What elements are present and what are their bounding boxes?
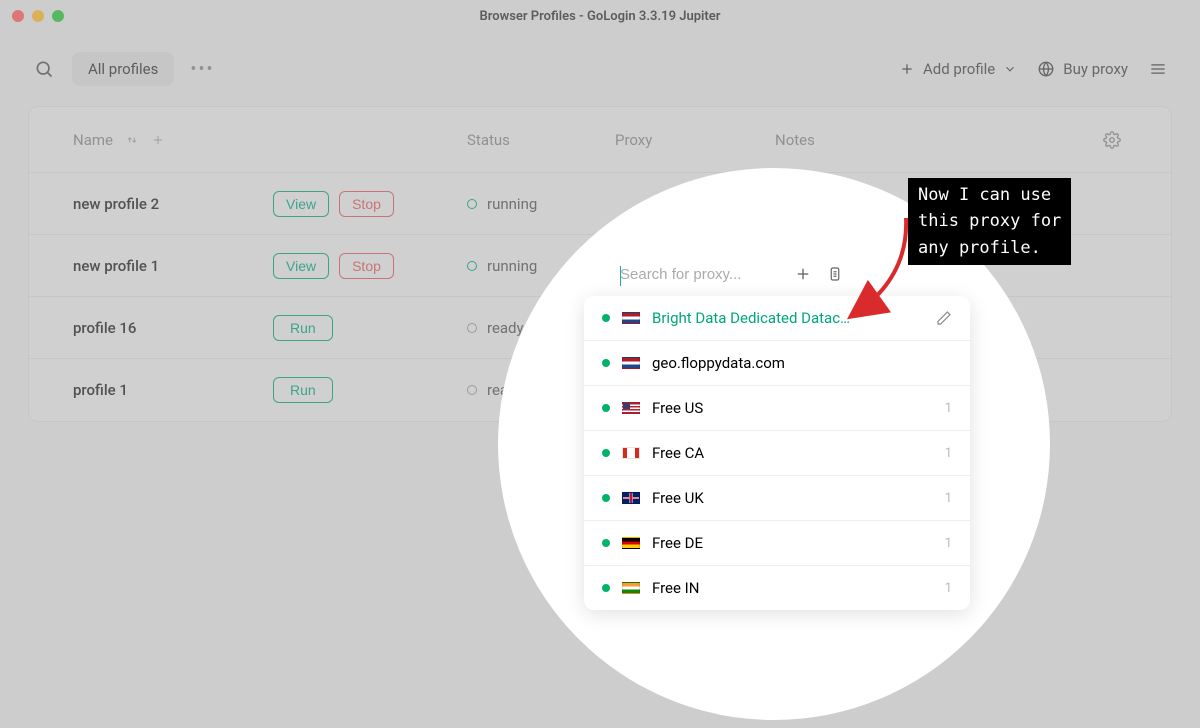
flag-icon — [622, 582, 640, 594]
add-profile-label: Add profile — [923, 60, 995, 78]
profile-name: new profile 2 — [73, 195, 273, 213]
flag-icon — [622, 447, 640, 459]
minimize-window-button[interactable] — [32, 10, 44, 22]
col-proxy-label: Proxy — [615, 131, 775, 149]
table-header: Name Status Proxy Notes — [29, 107, 1171, 173]
flag-icon — [622, 357, 640, 369]
proxy-option[interactable]: Bright Data Dedicated Datac… — [584, 296, 970, 341]
view-button[interactable]: View — [273, 253, 329, 279]
buy-proxy-button[interactable]: Buy proxy — [1037, 60, 1128, 78]
run-button[interactable]: Run — [273, 315, 333, 341]
status-dot-icon — [467, 385, 477, 395]
proxy-dropdown: Bright Data Dedicated Datac… geo.floppyda… — [584, 296, 970, 610]
profile-name: profile 16 — [73, 319, 273, 337]
flag-icon — [622, 492, 640, 504]
proxy-option[interactable]: Free CA 1 — [584, 431, 970, 476]
status-cell: running — [467, 195, 615, 213]
proxy-count: 1 — [945, 446, 952, 461]
text-cursor — [620, 266, 621, 286]
run-button[interactable]: Run — [273, 377, 333, 403]
status-label: ready — [487, 319, 524, 337]
proxy-option[interactable]: geo.floppydata.com — [584, 341, 970, 386]
window-title: Browser Profiles - GoLogin 3.3.19 Jupite… — [480, 9, 721, 24]
proxy-count: 1 — [945, 581, 952, 596]
paste-proxy-icon[interactable] — [826, 265, 844, 283]
sort-icon[interactable] — [125, 133, 139, 147]
proxy-status-icon — [602, 449, 610, 457]
search-icon[interactable] — [32, 57, 56, 81]
toolbar: All profiles ••• Add profile Buy proxy — [0, 32, 1200, 106]
proxy-search-input[interactable] — [620, 266, 780, 283]
profile-name: new profile 1 — [73, 257, 273, 275]
proxy-status-icon — [602, 539, 610, 547]
flag-icon — [622, 402, 640, 414]
buy-proxy-label: Buy proxy — [1063, 60, 1128, 78]
status-label: running — [487, 195, 537, 213]
maximize-window-button[interactable] — [52, 10, 64, 22]
edit-icon[interactable] — [936, 310, 952, 326]
chevron-down-icon — [1003, 62, 1017, 76]
proxy-option[interactable]: Free DE 1 — [584, 521, 970, 566]
proxy-label: Free US — [652, 399, 933, 417]
proxy-search-row — [620, 265, 844, 283]
stop-button[interactable]: Stop — [339, 253, 394, 279]
stop-button[interactable]: Stop — [339, 191, 394, 217]
col-notes-label: Notes — [775, 131, 1103, 149]
proxy-option[interactable]: Free IN 1 — [584, 566, 970, 610]
more-icon[interactable]: ••• — [190, 59, 214, 80]
proxy-status-icon — [602, 494, 610, 502]
col-status-label: Status — [467, 131, 615, 149]
status-label: running — [487, 257, 537, 275]
gear-icon[interactable] — [1103, 131, 1127, 149]
proxy-option[interactable]: Free UK 1 — [584, 476, 970, 521]
profile-name: profile 1 — [73, 381, 273, 399]
proxy-label: Bright Data Dedicated Datac… — [652, 309, 924, 327]
proxy-label: Free UK — [652, 489, 933, 507]
proxy-label: Free CA — [652, 444, 933, 462]
add-profile-button[interactable]: Add profile — [899, 60, 1017, 78]
status-dot-icon — [467, 261, 477, 271]
proxy-count: 1 — [945, 491, 952, 506]
add-proxy-icon[interactable] — [794, 265, 812, 283]
titlebar: Browser Profiles - GoLogin 3.3.19 Jupite… — [0, 0, 1200, 32]
flag-icon — [622, 312, 640, 324]
proxy-status-icon — [602, 404, 610, 412]
profiles-filter-button[interactable]: All profiles — [72, 52, 174, 86]
proxy-label: Free DE — [652, 534, 933, 552]
annotation-callout: Now I can use this proxy for any profile… — [908, 178, 1071, 265]
close-window-button[interactable] — [12, 10, 24, 22]
col-name-label: Name — [73, 131, 113, 149]
proxy-count: 1 — [945, 401, 952, 416]
globe-icon — [1037, 60, 1055, 78]
status-dot-icon — [467, 199, 477, 209]
proxy-label: geo.floppydata.com — [652, 354, 952, 372]
flag-icon — [622, 537, 640, 549]
traffic-lights — [12, 10, 64, 22]
proxy-label: Free IN — [652, 579, 933, 597]
proxy-count: 1 — [945, 536, 952, 551]
proxy-status-icon — [602, 584, 610, 592]
proxy-status-icon — [602, 314, 610, 322]
add-column-icon[interactable] — [151, 133, 165, 147]
menu-icon[interactable] — [1148, 59, 1168, 79]
view-button[interactable]: View — [273, 191, 329, 217]
status-dot-icon — [467, 323, 477, 333]
proxy-status-icon — [602, 359, 610, 367]
proxy-option[interactable]: Free US 1 — [584, 386, 970, 431]
